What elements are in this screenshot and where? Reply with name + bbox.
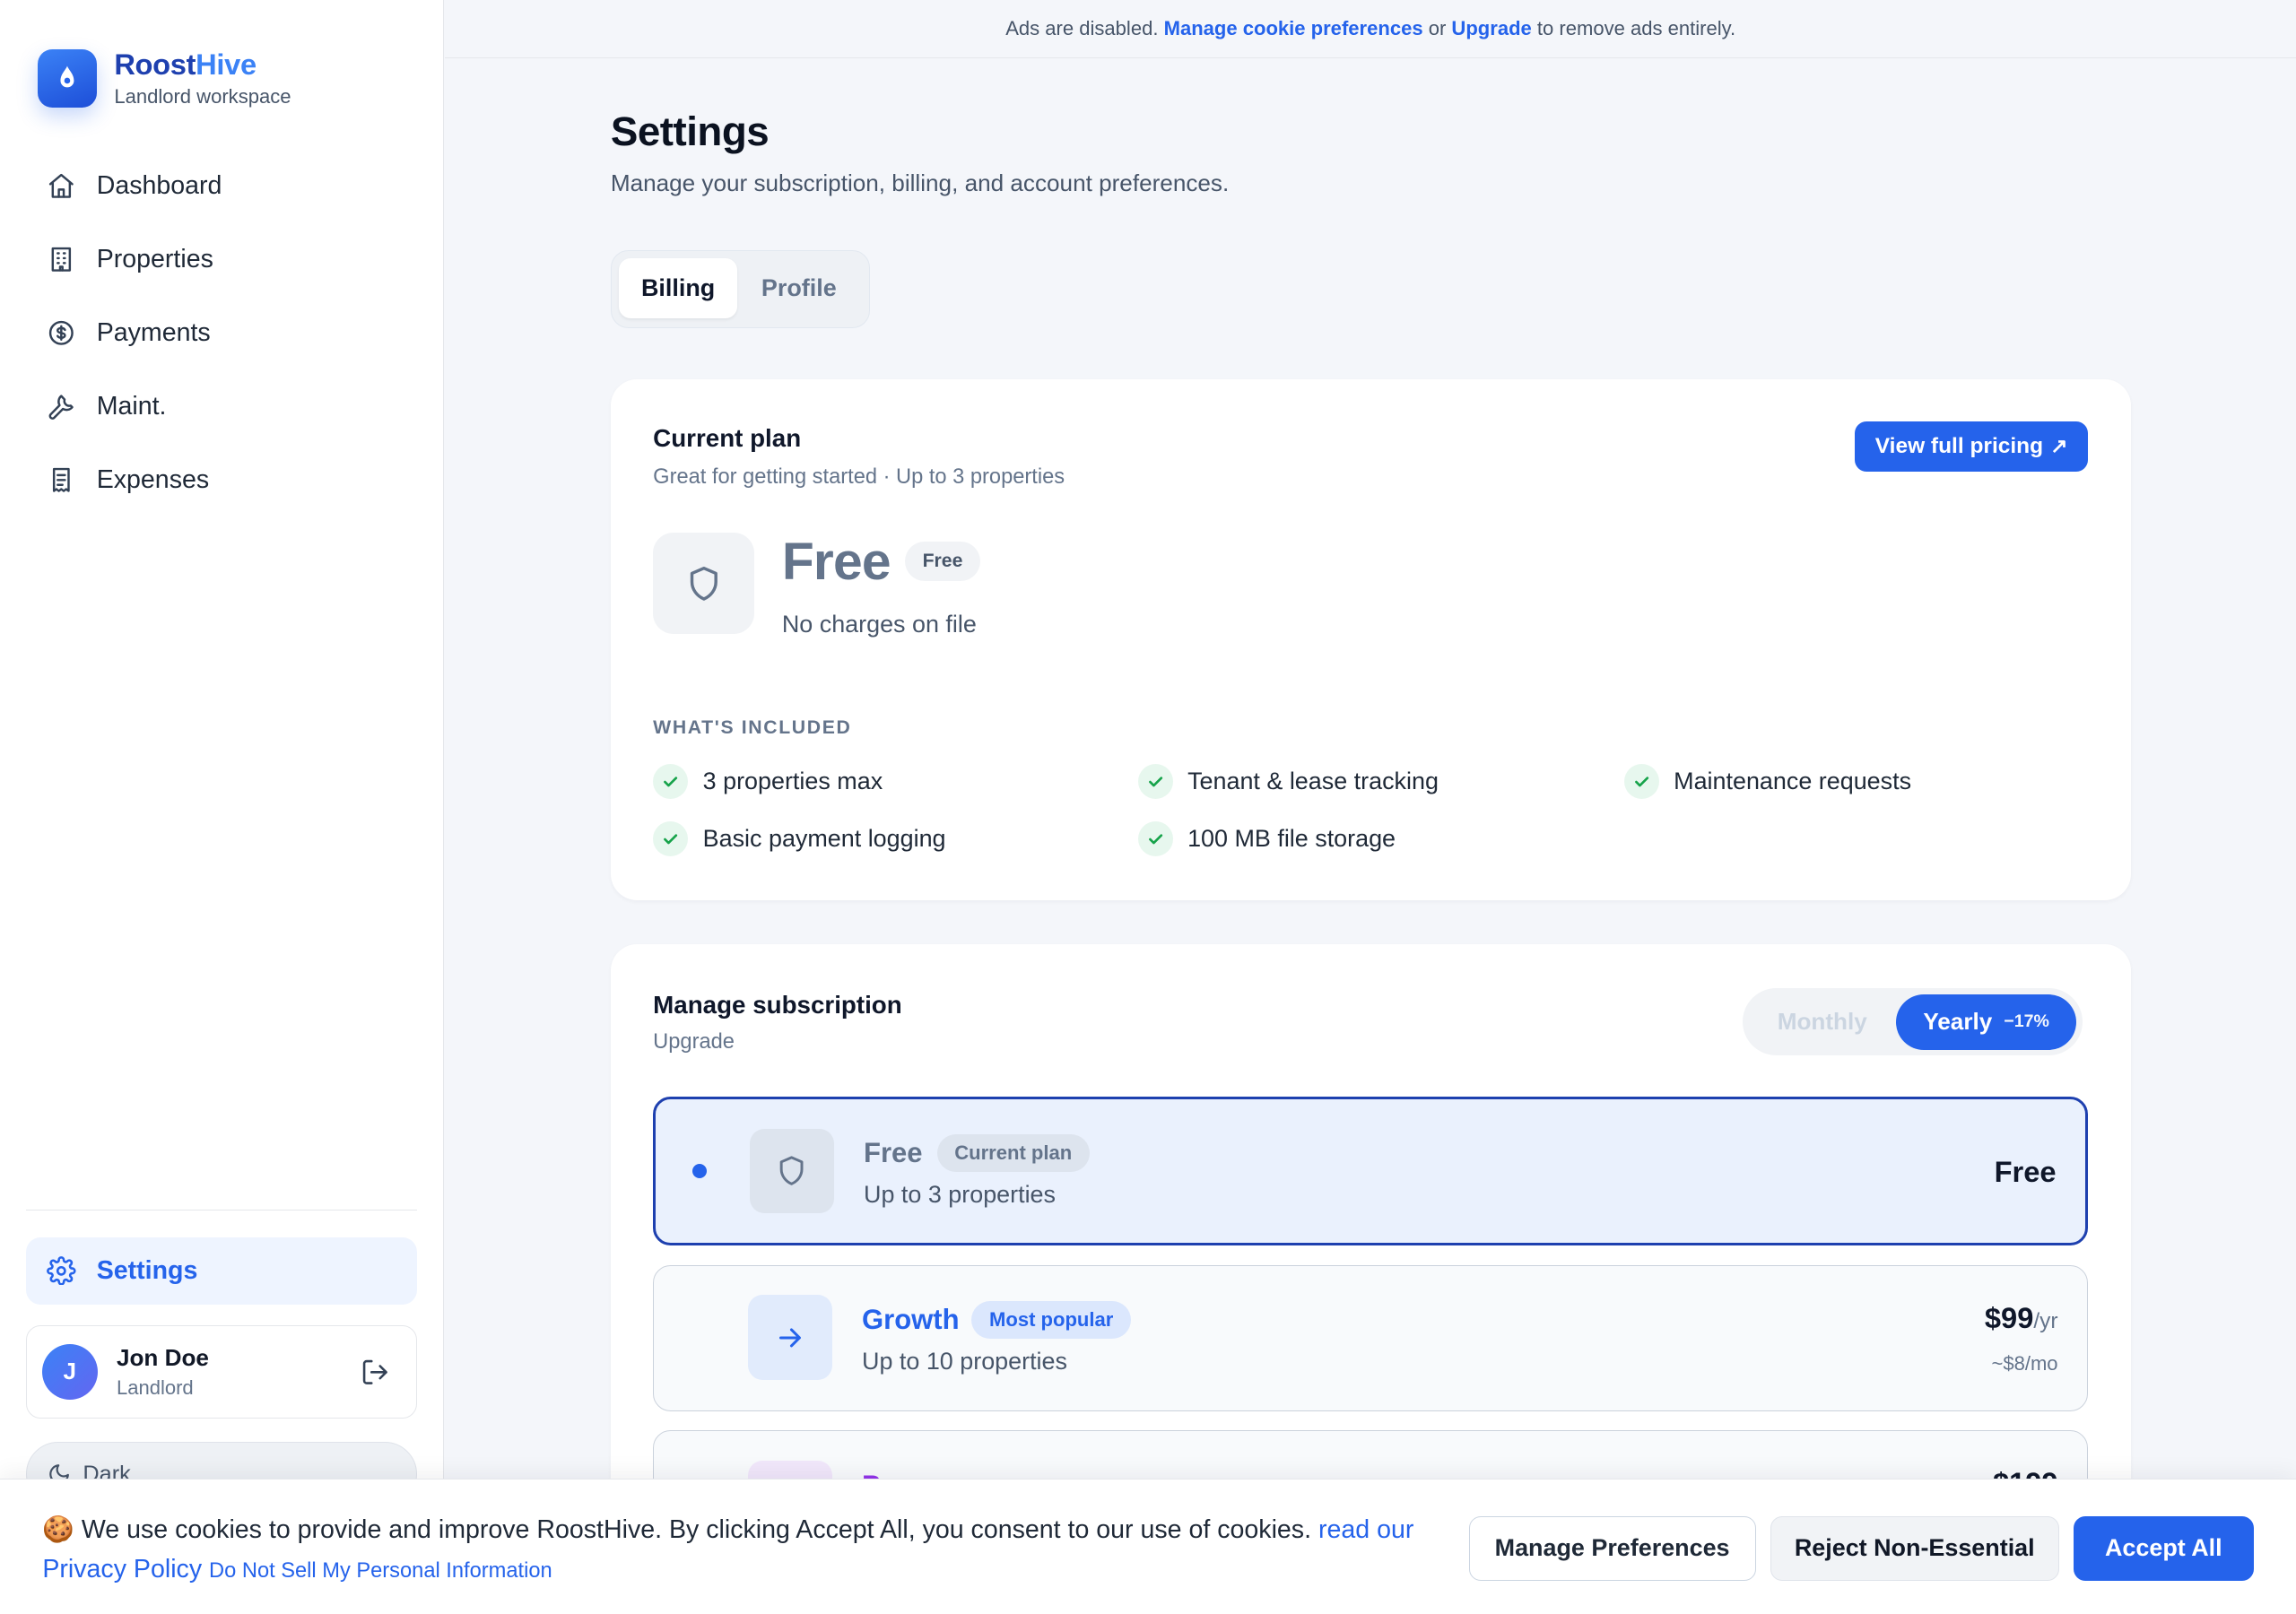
brand[interactable]: RoostHive Landlord workspace bbox=[38, 48, 291, 108]
do-not-sell-link[interactable]: Do Not Sell My Personal Information bbox=[209, 1559, 552, 1583]
sidebar-item-settings[interactable]: Settings bbox=[26, 1237, 418, 1305]
yearly-discount: −17% bbox=[2004, 1011, 2049, 1032]
user-card: J Jon Doe Landlord bbox=[26, 1324, 418, 1419]
plan-option-free[interactable]: Free Current plan Up to 3 properties Fre… bbox=[653, 1096, 2089, 1246]
sidebar-nav: Dashboard Properties Payments Maint. Exp… bbox=[26, 153, 417, 522]
page-subtitle: Manage your subscription, billing, and a… bbox=[610, 169, 1230, 197]
yearly-label: Yearly bbox=[1923, 1008, 1993, 1036]
current-plan-card: Current plan Great for getting started ·… bbox=[610, 378, 2131, 901]
included-label: WHAT'S INCLUDED bbox=[653, 717, 852, 738]
check-icon bbox=[653, 820, 689, 857]
feature-item: Basic payment logging bbox=[653, 820, 946, 857]
feature-item: Maintenance requests bbox=[1623, 764, 1912, 800]
gear-icon bbox=[47, 1255, 76, 1286]
plan-description: Up to 10 properties bbox=[862, 1348, 1067, 1375]
plan-description: Up to 3 properties bbox=[864, 1181, 1056, 1209]
sidebar-item-label: Expenses bbox=[96, 465, 210, 495]
plan-badge: Most popular bbox=[971, 1300, 1131, 1340]
view-full-pricing-label: View full pricing bbox=[1874, 433, 2044, 458]
dollar-circle-icon bbox=[49, 321, 74, 346]
view-full-pricing-button[interactable]: View full pricing ↗ bbox=[1854, 421, 2089, 472]
wrench-icon bbox=[48, 395, 74, 421]
cookie-text: We use cookies to provide and improve Ro… bbox=[81, 1515, 1312, 1545]
ad-banner: Ads are disabled. Manage cookie preferen… bbox=[445, 0, 2296, 59]
current-plan-title: Current plan bbox=[653, 424, 802, 453]
cookie-message: 🍪 We use cookies to provide and improve … bbox=[42, 1510, 1433, 1591]
feature-label: Maintenance requests bbox=[1674, 768, 1912, 795]
sidebar-item-payments[interactable]: Payments bbox=[26, 301, 417, 366]
sidebar: RoostHive Landlord workspace Dashboard P… bbox=[0, 0, 444, 1614]
tab-profile[interactable]: Profile bbox=[737, 258, 860, 318]
feature-label: Tenant & lease tracking bbox=[1187, 768, 1439, 795]
sidebar-item-dashboard[interactable]: Dashboard bbox=[26, 153, 417, 218]
ad-banner-suffix: to remove ads entirely. bbox=[1536, 17, 1736, 40]
feature-label: 100 MB file storage bbox=[1187, 825, 1396, 852]
external-link-icon: ↗ bbox=[2050, 434, 2068, 458]
manage-preferences-button[interactable]: Manage Preferences bbox=[1468, 1515, 1756, 1581]
monthly-option[interactable]: Monthly bbox=[1748, 1008, 1896, 1036]
sidebar-item-label: Maint. bbox=[96, 392, 167, 421]
roosthive-logo-icon bbox=[38, 48, 97, 108]
brand-name: RoostHive bbox=[114, 47, 257, 81]
manage-cookie-preferences-link[interactable]: Manage cookie preferences bbox=[1164, 17, 1423, 40]
current-plan-name: Free bbox=[781, 532, 891, 591]
sidebar-item-expenses[interactable]: Expenses bbox=[26, 448, 417, 513]
arrow-right-icon bbox=[747, 1295, 833, 1380]
shield-icon bbox=[749, 1128, 835, 1214]
building-icon bbox=[51, 247, 72, 272]
page-title: Settings bbox=[610, 108, 770, 154]
feature-item: 3 properties max bbox=[653, 764, 883, 800]
plan-name: Growth bbox=[862, 1304, 960, 1336]
plan-price: $99/yr bbox=[1985, 1301, 2058, 1335]
home-icon bbox=[49, 173, 74, 198]
sidebar-item-maintenance[interactable]: Maint. bbox=[26, 375, 417, 439]
sidebar-item-label: Properties bbox=[96, 244, 213, 273]
user-name: Jon Doe bbox=[116, 1343, 209, 1371]
sidebar-item-label: Payments bbox=[96, 318, 211, 348]
check-icon bbox=[653, 764, 689, 800]
avatar: J bbox=[41, 1343, 98, 1400]
shield-icon bbox=[653, 533, 754, 634]
check-icon bbox=[1137, 764, 1173, 800]
sidebar-item-properties[interactable]: Properties bbox=[26, 228, 417, 292]
manage-subscription-subtitle: Upgrade bbox=[653, 1030, 735, 1054]
sidebar-item-label: Settings bbox=[96, 1255, 198, 1285]
plan-name: Free bbox=[864, 1137, 923, 1169]
app-root: RoostHive Landlord workspace Dashboard P… bbox=[0, 0, 2296, 1614]
plan-price-amount: $99 bbox=[1984, 1300, 2034, 1334]
upgrade-link[interactable]: Upgrade bbox=[1451, 17, 1531, 40]
receipt-icon bbox=[53, 468, 70, 493]
feature-label: Basic payment logging bbox=[702, 825, 946, 852]
manage-subscription-title: Manage subscription bbox=[653, 991, 902, 1020]
plan-price-period: /yr bbox=[2033, 1308, 2058, 1333]
plan-monthly-equivalent: ~$8/mo bbox=[1991, 1351, 2058, 1375]
plan-price: Free bbox=[1994, 1154, 2057, 1188]
accept-all-button[interactable]: Accept All bbox=[2073, 1515, 2254, 1581]
selected-radio-indicator bbox=[691, 1163, 708, 1179]
current-plan-charges: No charges on file bbox=[781, 610, 977, 638]
cookie-consent-bar: 🍪 We use cookies to provide and improve … bbox=[0, 1479, 2296, 1614]
feature-item: 100 MB file storage bbox=[1137, 820, 1396, 857]
user-role: Landlord bbox=[116, 1375, 194, 1399]
logout-icon[interactable] bbox=[361, 1358, 390, 1387]
ad-banner-middle: or bbox=[1428, 17, 1447, 40]
sidebar-divider bbox=[26, 1209, 418, 1211]
sidebar-item-label: Dashboard bbox=[96, 170, 222, 200]
brand-subtitle: Landlord workspace bbox=[114, 84, 291, 108]
plan-badge: Current plan bbox=[936, 1134, 1090, 1173]
tab-billing[interactable]: Billing bbox=[618, 258, 738, 319]
feature-item: Tenant & lease tracking bbox=[1137, 764, 1439, 800]
plan-option-growth[interactable]: Growth Most popular Up to 10 properties … bbox=[653, 1264, 2089, 1411]
cookie-icon: 🍪 bbox=[42, 1515, 74, 1545]
current-plan-badge: Free bbox=[905, 542, 980, 582]
current-plan-subtitle: Great for getting started · Up to 3 prop… bbox=[653, 465, 1065, 490]
yearly-option[interactable]: Yearly −17% bbox=[1896, 994, 2077, 1050]
check-icon bbox=[1137, 820, 1173, 857]
reject-non-essential-button[interactable]: Reject Non-Essential bbox=[1770, 1515, 2059, 1581]
feature-label: 3 properties max bbox=[702, 768, 883, 795]
ad-banner-prefix: Ads are disabled. bbox=[1005, 17, 1159, 40]
check-icon bbox=[1623, 764, 1659, 800]
settings-tabs: Billing Profile bbox=[610, 250, 870, 328]
billing-period-toggle: Monthly Yearly −17% bbox=[1742, 988, 2083, 1056]
